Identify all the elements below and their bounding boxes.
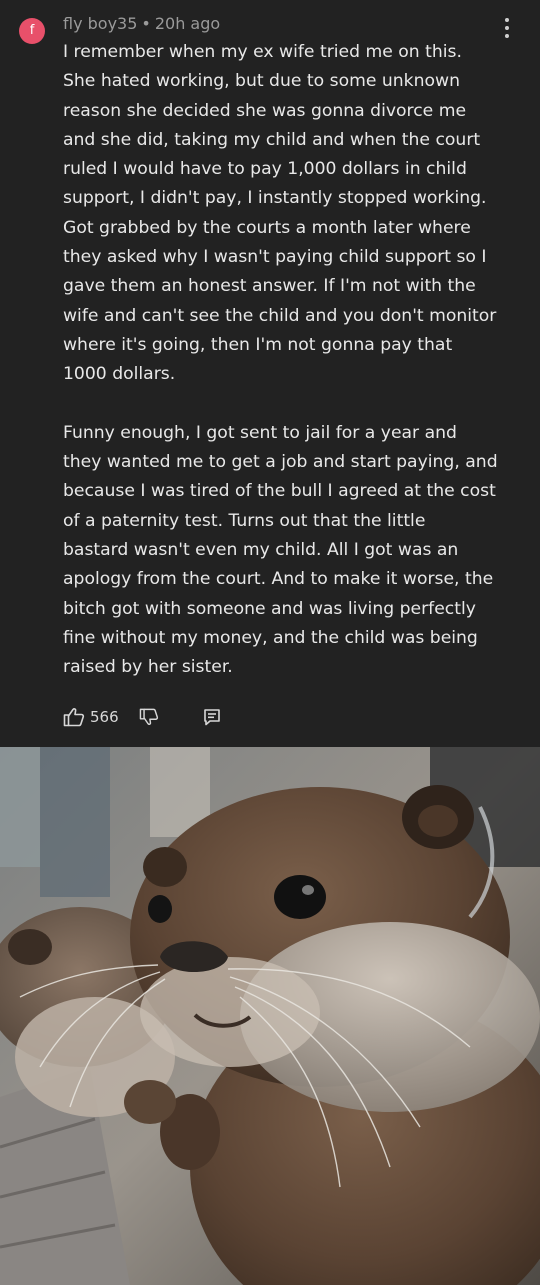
- comment-line: bastard wasn't even my child. All I got …: [63, 540, 459, 561]
- meta-separator: •: [141, 14, 151, 33]
- comment-line: Got grabbed by the courts a month later …: [63, 217, 471, 238]
- thumbs-down-icon[interactable]: [139, 708, 159, 726]
- comment-line: because I was tired of the bull I agreed…: [63, 481, 496, 502]
- comment-line: gave them an honest answer. If I'm not w…: [63, 276, 476, 297]
- reply-comment-icon[interactable]: [203, 708, 221, 726]
- otter-photo: [0, 747, 540, 1285]
- comment-line: fine without my money, and the child was…: [63, 627, 478, 648]
- comment-line: reason she decided she was gonna divorce…: [63, 100, 467, 121]
- avatar[interactable]: f: [19, 18, 45, 44]
- comment-line: they wanted me to get a job and start pa…: [63, 452, 498, 473]
- comment-line: and she did, taking my child and when th…: [63, 129, 481, 150]
- comment-line: ruled I would have to pay 1,000 dollars …: [63, 159, 467, 180]
- thumbs-up-icon[interactable]: [63, 707, 85, 727]
- comment-line: 1000 dollars.: [63, 364, 176, 385]
- comment-line: wife and can't see the child and you don…: [63, 305, 497, 326]
- timestamp: 20h ago: [154, 14, 221, 33]
- comment-line: bitch got with someone and was living pe…: [63, 598, 476, 619]
- comment-line: apology from the court. And to make it w…: [63, 569, 494, 590]
- comment-line: I remember when my ex wife tried me on t…: [63, 42, 462, 62]
- comment-paragraph: I remember when my ex wife tried me on t…: [63, 38, 513, 390]
- comment-line: support, I didn't pay, I instantly stopp…: [63, 188, 487, 209]
- comment-actions: 566: [63, 704, 221, 730]
- comment-line: of a paternity test. Turns out that the …: [63, 510, 426, 531]
- comment-line: where it's going, then I'm not gonna pay…: [63, 334, 453, 355]
- comment-meta: fly boy35 • 20h ago: [63, 14, 220, 33]
- comment-line: they asked why I wasn't paying child sup…: [63, 247, 487, 268]
- comment-body: I remember when my ex wife tried me on t…: [63, 38, 513, 683]
- comment-line: Funny enough, I got sent to jail for a y…: [63, 422, 457, 443]
- username[interactable]: fly boy35: [63, 14, 137, 33]
- comment-line: raised by her sister.: [63, 657, 233, 678]
- like-count: 566: [90, 708, 119, 726]
- comment-paragraph: Funny enough, I got sent to jail for a y…: [63, 419, 513, 683]
- comment-line: She hated working, but due to some unkno…: [63, 71, 460, 92]
- comment-card: f fly boy35 • 20h ago I remember when my e…: [0, 0, 540, 747]
